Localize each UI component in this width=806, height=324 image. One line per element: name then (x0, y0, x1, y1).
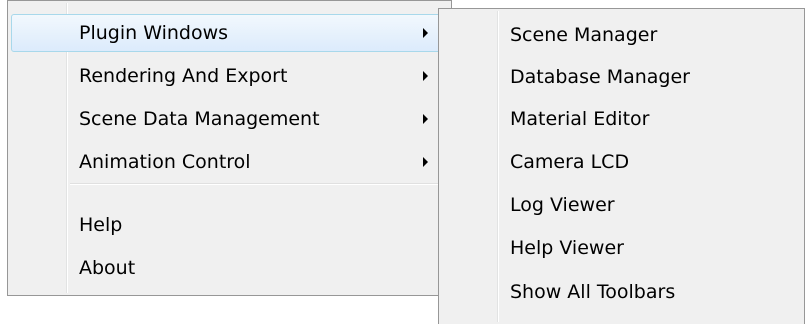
menu-item-label: Show All Toolbars (510, 281, 676, 303)
menu-item-animation-control[interactable]: Animation Control (11, 143, 448, 181)
menu-item-label: Rendering And Export (79, 65, 288, 87)
menu-item-label: About (79, 257, 136, 279)
menu-item-help[interactable]: Help (11, 206, 448, 244)
plugin-windows-submenu: Scene Manager Database Manager Material … (438, 8, 805, 324)
menu-item-label: Help (79, 214, 123, 236)
menu-item-label: Database Manager (510, 66, 690, 88)
menu-item-label: Help Viewer (510, 237, 624, 259)
submenu-item-log-viewer[interactable]: Log Viewer (442, 186, 801, 224)
submenu-arrow-icon (423, 114, 428, 124)
menu-item-about[interactable]: About (11, 249, 448, 287)
context-menu: Plugin Windows Rendering And Export Scen… (7, 0, 452, 296)
submenu-item-database-manager[interactable]: Database Manager (442, 58, 801, 96)
submenu-item-scene-manager[interactable]: Scene Manager (442, 16, 801, 54)
menu-item-label: Scene Data Management (79, 108, 320, 130)
menu-item-scene-data-management[interactable]: Scene Data Management (11, 100, 448, 138)
menu-item-label: Material Editor (510, 108, 650, 130)
menu-item-label: Camera LCD (510, 151, 630, 173)
submenu-item-show-all-toolbars[interactable]: Show All Toolbars (442, 273, 801, 311)
submenu-arrow-icon (423, 157, 428, 167)
menu-item-label: Plugin Windows (79, 22, 229, 44)
submenu-item-material-editor[interactable]: Material Editor (442, 100, 801, 138)
submenu-item-help-viewer[interactable]: Help Viewer (442, 229, 801, 267)
menu-item-label: Scene Manager (510, 24, 658, 46)
menu-item-plugin-windows[interactable]: Plugin Windows (11, 14, 448, 52)
menu-separator (70, 183, 447, 185)
menu-item-label: Log Viewer (510, 194, 615, 216)
menu-item-rendering-and-export[interactable]: Rendering And Export (11, 57, 448, 95)
submenu-arrow-icon (423, 28, 428, 38)
submenu-arrow-icon (423, 71, 428, 81)
menu-item-label: Animation Control (79, 151, 251, 173)
submenu-item-camera-lcd[interactable]: Camera LCD (442, 143, 801, 181)
